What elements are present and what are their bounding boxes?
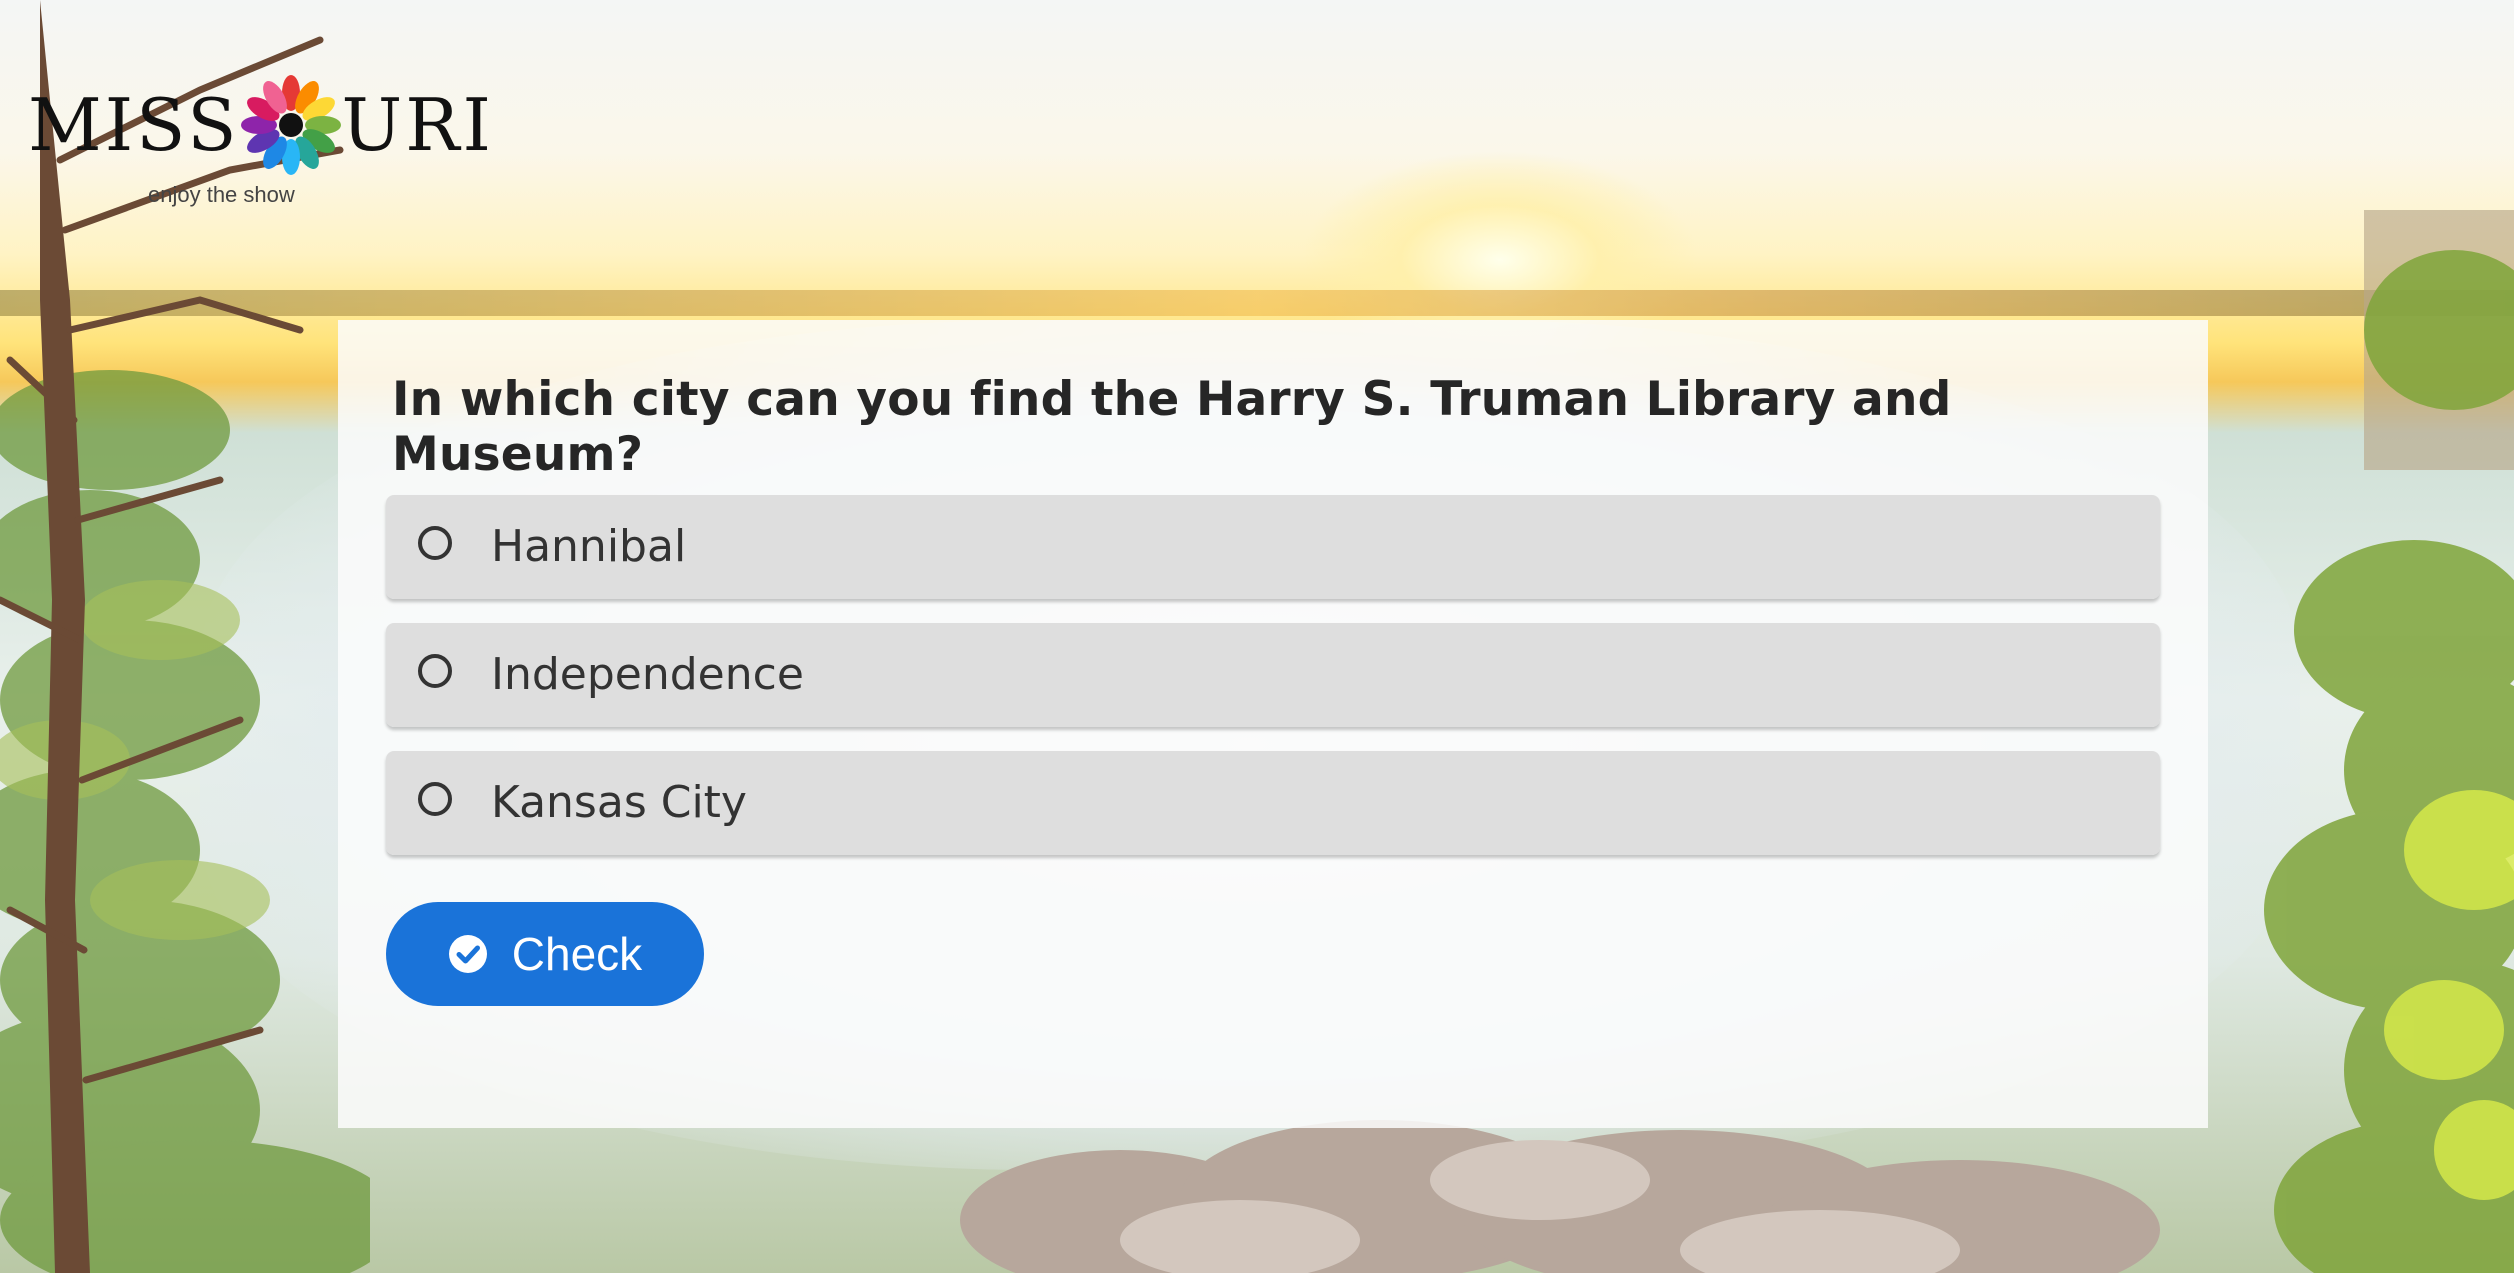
option-label: Hannibal [491, 521, 687, 572]
logo-text-left: MISS [28, 83, 240, 167]
flower-burst-icon [240, 75, 341, 175]
missouri-logo: MISS URI enjoy the show [28, 34, 491, 214]
horizon-line [0, 290, 2514, 316]
check-button[interactable]: Check [386, 902, 704, 1006]
answer-option-hannibal[interactable]: Hannibal [386, 495, 2160, 599]
radio-button[interactable] [418, 782, 452, 816]
logo-tagline: enjoy the show [148, 182, 295, 207]
radio-button[interactable] [418, 654, 452, 688]
logo-wordmark: MISS URI [28, 70, 494, 180]
option-label: Independence [491, 649, 804, 700]
option-label: Kansas City [491, 777, 747, 828]
quiz-card: In which city can you find the Harry S. … [338, 320, 2208, 1128]
quiz-question: In which city can you find the Harry S. … [392, 372, 1952, 482]
check-button-label: Check [511, 928, 643, 980]
answer-options: Hannibal Independence Kansas City [386, 495, 2160, 879]
answer-option-kansas-city[interactable]: Kansas City [386, 751, 2160, 855]
logo-text-right: URI [341, 83, 494, 167]
answer-option-independence[interactable]: Independence [386, 623, 2160, 727]
rocks [960, 1120, 2160, 1273]
check-circle-icon [448, 935, 487, 973]
radio-button[interactable] [418, 526, 452, 560]
right-foliage [2264, 210, 2514, 1273]
